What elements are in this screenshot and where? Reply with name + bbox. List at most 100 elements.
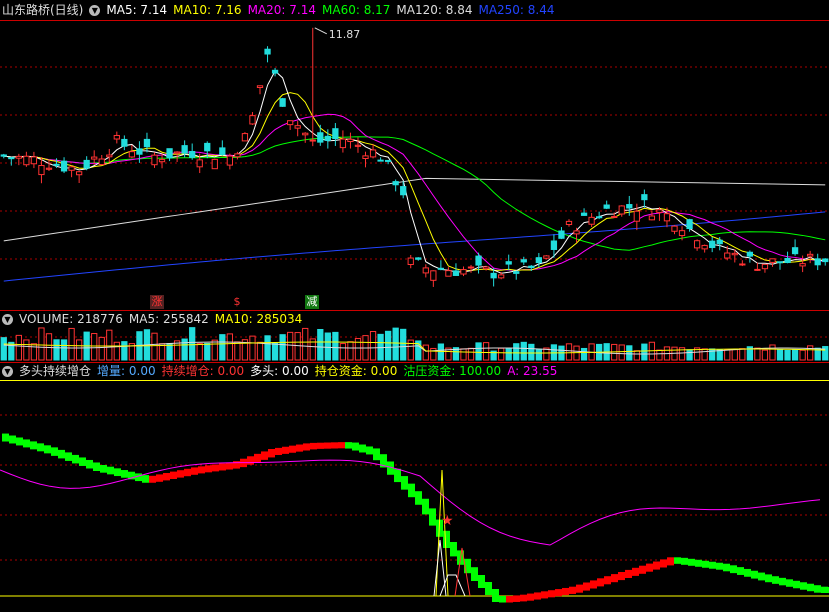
indicator-block [72, 454, 79, 464]
candle-body [219, 147, 226, 156]
indicator-block [79, 457, 86, 466]
candle-body [573, 230, 580, 235]
volume-bar [0, 337, 7, 361]
indicator-block [716, 562, 723, 570]
candle-body [196, 159, 203, 168]
indicator-block [793, 580, 800, 589]
candle-body [807, 253, 814, 257]
stock-chart: 11.87 ★ [0, 20, 829, 603]
candle-body [256, 85, 264, 88]
volume-bar [106, 329, 113, 361]
signal-marker: 涨 [150, 295, 164, 309]
ma120-line [3, 177, 826, 242]
candle-body [550, 240, 558, 250]
indicator-block [730, 565, 737, 574]
candle-body [475, 255, 482, 266]
candle-body [294, 125, 301, 129]
candle-body [377, 159, 384, 162]
indicator-block [646, 563, 653, 572]
candle-body [75, 171, 83, 176]
volume-bar [761, 349, 769, 361]
candle-body [91, 156, 98, 160]
candle-body [68, 166, 75, 171]
indicator-block [506, 595, 513, 603]
indicator-block [296, 444, 303, 452]
volume-bar [271, 342, 279, 361]
indicator-block [520, 594, 527, 602]
indicator-block [562, 587, 569, 596]
candle-body [324, 135, 331, 141]
volume-bar [279, 334, 286, 361]
indicator-block [16, 437, 23, 446]
volume-bar [498, 347, 505, 361]
spike-white [433, 539, 447, 597]
volume-bar [75, 339, 83, 361]
indicator-block [583, 582, 590, 591]
candle-body [596, 216, 603, 219]
candle-body [181, 145, 188, 154]
volume-bar [565, 343, 573, 361]
candle-body [264, 48, 271, 55]
indicator-block [800, 582, 807, 590]
candle-body [498, 274, 505, 279]
indicator-block [324, 442, 331, 449]
candle-body [362, 155, 369, 159]
volume-bar [467, 347, 475, 361]
candle-body [369, 149, 377, 158]
indicator-block [513, 595, 520, 602]
candle-body [234, 153, 241, 158]
indicator-block [142, 475, 149, 483]
indicator-block [9, 435, 16, 444]
indicator-block [814, 585, 821, 593]
candle-body [633, 210, 640, 222]
indicator-block [807, 583, 814, 592]
indicator-block [702, 560, 709, 568]
candle-body [460, 269, 467, 275]
indicator-block [604, 576, 611, 585]
candle-body [189, 151, 196, 158]
candle-body [98, 158, 105, 166]
volume-bar [226, 333, 233, 361]
candle-body [106, 154, 113, 158]
indicator-block [660, 559, 667, 568]
volume-bar [113, 341, 120, 361]
volume-bar [641, 343, 648, 361]
volume-bar [45, 333, 53, 361]
indicator-block [751, 570, 758, 579]
volume-bar [256, 341, 264, 361]
indicator-block [352, 442, 359, 451]
volume-bar [38, 327, 45, 361]
candle-body [520, 259, 527, 263]
candle-body [287, 120, 294, 126]
volume-bar [151, 332, 158, 361]
indicator-block [338, 442, 345, 449]
indicator-block [450, 542, 457, 557]
volume-bar [287, 331, 294, 361]
volume-bar [686, 349, 693, 361]
candle-body [535, 257, 542, 264]
candle-body [241, 133, 249, 142]
candle-body [204, 142, 211, 152]
candle-body [400, 186, 407, 196]
candle-body [626, 204, 633, 209]
indicator-block [709, 561, 716, 569]
volume-bar [189, 327, 196, 361]
volume-bar [784, 349, 791, 361]
candle-body [158, 159, 166, 163]
indicator-block [611, 574, 618, 583]
candle-body [588, 216, 595, 225]
volume-bar [618, 344, 625, 361]
indicator-block [191, 467, 198, 475]
candle-body [30, 156, 38, 165]
candle-body [731, 252, 738, 256]
indicator-block [478, 575, 485, 588]
volume-bar [30, 343, 38, 361]
candle-body [53, 163, 60, 166]
candle-body [226, 155, 233, 166]
indicator-block [821, 586, 828, 593]
candle-body [580, 212, 588, 216]
volume-bar [324, 332, 331, 361]
indicator-block [275, 447, 282, 455]
volume-bar [626, 345, 633, 361]
candle-body [739, 263, 746, 266]
